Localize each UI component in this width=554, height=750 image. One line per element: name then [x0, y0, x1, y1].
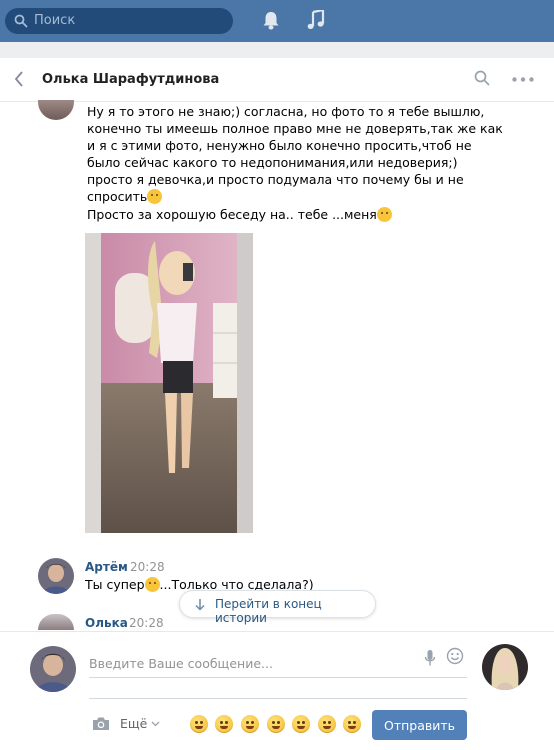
- search-icon[interactable]: [474, 70, 490, 86]
- jump-to-end-button[interactable]: Перейти в конец истории: [179, 590, 376, 625]
- avatar[interactable]: [30, 646, 76, 692]
- message-input[interactable]: [89, 648, 467, 678]
- search-placeholder: Поиск: [34, 13, 76, 28]
- more-attachments-button[interactable]: Ещё: [120, 716, 147, 731]
- search-box[interactable]: Поиск: [5, 8, 233, 34]
- send-button[interactable]: Отправить: [372, 710, 467, 740]
- kiss-emoji-icon[interactable]: [241, 715, 259, 733]
- avatar[interactable]: [38, 614, 74, 630]
- bell-icon[interactable]: [262, 11, 280, 30]
- composer-divider: [89, 698, 467, 699]
- jump-to-end-label: Перейти в конец истории: [215, 597, 322, 625]
- chat-title[interactable]: Олька Шарафутдинова: [42, 72, 219, 87]
- sender-name[interactable]: Артём: [85, 560, 128, 574]
- smile-icon[interactable]: [446, 647, 464, 665]
- avatar-image: [30, 646, 76, 692]
- message-text-body: Ты супер: [85, 577, 145, 592]
- tongue-emoji-icon[interactable]: [292, 715, 310, 733]
- smirk-emoji-icon[interactable]: [215, 715, 233, 733]
- sender-name[interactable]: Олька: [85, 616, 128, 630]
- message-text-body: Просто за хорошую беседу на.. тебе ...ме…: [87, 207, 377, 222]
- top-bar: Поиск: [0, 0, 554, 42]
- camera-icon[interactable]: [92, 716, 110, 731]
- message-text-body: Ну я то этого не знаю;) согласна, но фот…: [87, 104, 503, 204]
- chat-header: Олька Шарафутдинова: [0, 58, 554, 102]
- message-time[interactable]: 20:28: [129, 616, 164, 630]
- music-icon[interactable]: [307, 10, 325, 30]
- joy-emoji-icon[interactable]: [343, 715, 361, 733]
- avatar[interactable]: [38, 558, 74, 594]
- avatar[interactable]: [482, 644, 528, 690]
- blush-emoji-icon[interactable]: [190, 715, 208, 733]
- photo-attachment[interactable]: [85, 233, 253, 533]
- kiss-emoji-icon: [144, 577, 160, 592]
- relieved-emoji-icon[interactable]: [267, 715, 285, 733]
- message-composer: Ещё Отправить: [0, 631, 554, 750]
- message-text: Просто за хорошую беседу на.. тебе ...ме…: [87, 206, 507, 223]
- message-time[interactable]: 20:28: [130, 560, 165, 574]
- microphone-icon[interactable]: [424, 649, 436, 667]
- chevron-down-icon[interactable]: [151, 721, 160, 727]
- back-icon[interactable]: [14, 71, 24, 87]
- chat-panel: Олька Шарафутдинова Ну я то этого не зна…: [0, 58, 554, 750]
- avatar-image: [482, 644, 528, 690]
- avatar[interactable]: [38, 100, 74, 120]
- message-text: Ну я то этого не знаю;) согласна, но фот…: [87, 103, 507, 205]
- more-icon[interactable]: [512, 77, 534, 82]
- search-icon: [14, 14, 28, 28]
- smile-emoji-icon: [147, 189, 163, 204]
- arrow-down-icon: [195, 599, 205, 611]
- astonished-emoji-icon[interactable]: [318, 715, 336, 733]
- wink-emoji-icon: [376, 207, 392, 222]
- avatar-image: [38, 558, 74, 594]
